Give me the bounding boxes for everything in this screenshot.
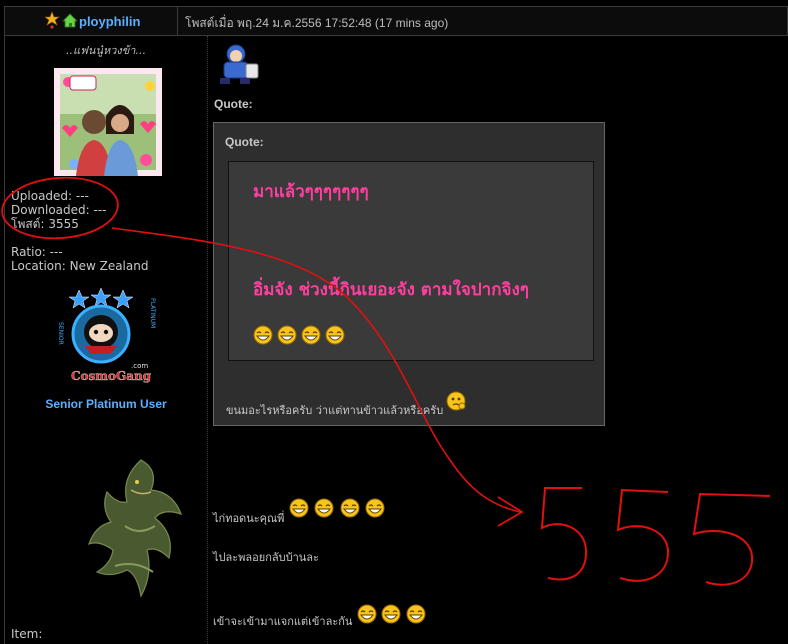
- quote-block-inner: มาแล้วๆๆๆๆๆๆๆ อิ่มจัง ช่วงนี้กินเยอะจัง …: [228, 161, 594, 361]
- post-body: Quote: Quote: มาแล้วๆๆๆๆๆๆๆ อิ่มจัง ช่วง…: [207, 36, 787, 644]
- laughing-emoji-icon: [301, 325, 321, 345]
- location-stat: Location: New Zealand: [11, 259, 149, 273]
- post-author-cell: ployphilin: [5, 7, 178, 35]
- rank-badge-image: SENIOR PLATINUM .com CosmoGang: [57, 287, 156, 383]
- post-count-stat: โพสต์: 3555: [11, 217, 79, 231]
- quote-inner-line2: อิ่มจัง ช่วงนี้กินเยอะจัง ตามใจปากจิงๆ: [253, 280, 529, 300]
- quote-inner-line1: มาแล้วๆๆๆๆๆๆๆ: [253, 182, 369, 202]
- quote-label-inner: Quote:: [225, 135, 264, 149]
- user-stats: Uploaded: --- Downloaded: --- โพสต์: 355…: [11, 189, 148, 273]
- laughing-emoji-icon: [277, 325, 297, 345]
- laughing-emoji-icon: [340, 498, 360, 518]
- quote-outer-reply: ขนมอะไรหรือครับ ว่าแต่ทานข้าวแล้วหรือครั…: [226, 404, 444, 417]
- forum-post-frame: ployphilin โพสต์เมื่อ พฤ.24 ม.ค.2556 17:…: [0, 0, 788, 644]
- laughing-emoji-icon: [365, 498, 385, 518]
- user-status-icons: [45, 11, 78, 29]
- quote-label-outer: Quote:: [214, 97, 253, 111]
- badge-cosmogang-text: CosmoGang: [71, 369, 152, 383]
- post-emoticon-icon: [220, 44, 259, 84]
- badge-side-right: PLATINUM: [149, 298, 156, 328]
- uploaded-stat: Uploaded: ---: [11, 189, 89, 203]
- laughing-emoji-icon: [381, 604, 401, 624]
- laughing-emoji-icon: [253, 325, 273, 345]
- badge-side-left: SENIOR: [57, 322, 64, 345]
- user-tagline: ..แฟนนู๋หวงข้า...: [66, 44, 146, 57]
- annotation-text: 555: [0, 0, 2, 1]
- laughing-emoji-icon: [289, 498, 309, 518]
- laughing-emoji-icon: [325, 325, 345, 345]
- author-sidebar: ..แฟนนู๋หวงข้า... Uploaded: --- Download…: [4, 36, 208, 644]
- post-line3: เข้าจะเข้ามาแจกแต่เข้าละกัน: [213, 615, 353, 628]
- laughing-emoji-icon: [314, 498, 334, 518]
- post-line1: ไก่ทอดนะคุณพี่: [213, 512, 285, 525]
- user-avatar-photo[interactable]: [54, 68, 162, 176]
- post-header: ployphilin โพสต์เมื่อ พฤ.24 ม.ค.2556 17:…: [4, 6, 788, 36]
- laughing-emoji-icon: [406, 604, 426, 624]
- item-label: Item:: [11, 627, 43, 641]
- thinking-emoji-icon: [446, 391, 466, 411]
- downloaded-stat: Downloaded: ---: [11, 203, 107, 217]
- quote-block-outer: Quote: มาแล้วๆๆๆๆๆๆๆ อิ่มจัง ช่วงนี้กินเ…: [213, 122, 605, 426]
- laughing-emoji-icon: [357, 604, 377, 624]
- author-username-link[interactable]: ployphilin: [79, 14, 140, 29]
- post-timestamp: โพสต์เมื่อ พฤ.24 ม.ค.2556 17:52:48 (17 m…: [185, 16, 449, 30]
- dragon-item-image: [88, 459, 182, 598]
- post-line2: ไปละพลอยกลับบ้านละ: [213, 551, 319, 564]
- ratio-stat: Ratio: ---: [11, 245, 63, 259]
- user-rank-title: Senior Platinum User: [45, 397, 167, 411]
